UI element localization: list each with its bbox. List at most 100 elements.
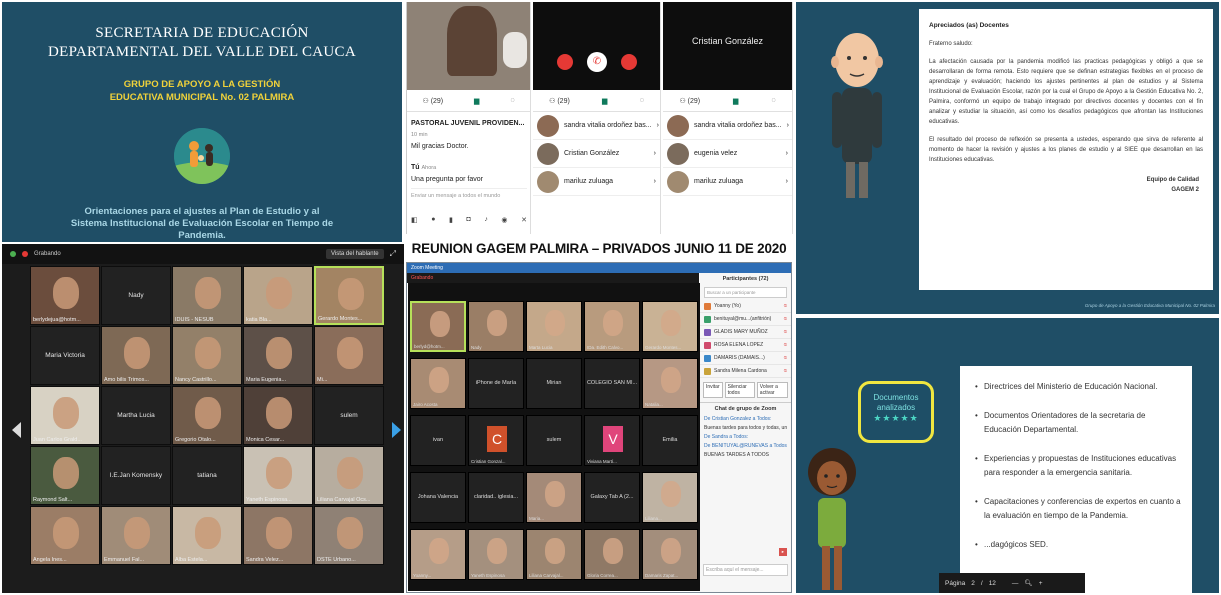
video-tile[interactable]: Gerardo Montes...	[314, 266, 384, 325]
participant-row[interactable]: Cristian González ›	[533, 140, 660, 168]
video-tile[interactable]: claridad.. iglesia...	[468, 472, 524, 523]
video-tile[interactable]: Martha Lucia	[101, 386, 171, 445]
video-tile[interactable]: berlydejua@hotm...	[30, 266, 100, 325]
zoom-chat-input[interactable]: Escriba aquí el mensaje...	[703, 564, 788, 576]
video-tile[interactable]: Alba Estela...	[172, 506, 242, 565]
chevron-right-icon[interactable]: ›	[787, 122, 789, 129]
chevron-right-icon[interactable]: ›	[786, 150, 788, 157]
participant-row[interactable]: Sandra Milena Cardona ⦸	[700, 365, 791, 378]
video-tile[interactable]: Gerardo Montes...	[642, 301, 698, 352]
zoom-in-icon[interactable]: +	[1039, 580, 1043, 587]
video-tile[interactable]: Nancy Castrillo...	[172, 326, 242, 385]
video-tile[interactable]: Natalia...	[642, 358, 698, 409]
participant-row[interactable]: Yoanny (Yo) ⦸	[700, 300, 791, 313]
participants-tab-3[interactable]: ⚇ (29)	[679, 97, 700, 105]
video-tile[interactable]: IDUIS - NESUB	[172, 266, 242, 325]
video-tile[interactable]: Nady	[468, 301, 524, 352]
chevron-right-icon[interactable]: ›	[654, 178, 656, 185]
video-tile[interactable]: Marta Lucia	[526, 301, 582, 352]
activities-tab[interactable]: ◌	[510, 97, 514, 104]
video-tile[interactable]: Maria...	[526, 472, 582, 523]
video-tile[interactable]: Johana Valencia	[410, 472, 466, 523]
camera-off-button[interactable]	[621, 54, 637, 70]
chevron-right-icon[interactable]: ›	[786, 178, 788, 185]
mic-muted-icon[interactable]: ⦸	[784, 342, 787, 348]
mic-muted-icon[interactable]: ⦸	[784, 368, 787, 374]
activities-tab-2[interactable]: ◌	[640, 97, 644, 104]
chevron-right-icon[interactable]: ›	[657, 122, 659, 129]
page-current[interactable]: 2	[971, 580, 975, 587]
invite-button[interactable]: Invitar	[703, 382, 723, 398]
video-tile[interactable]: Liliana...	[642, 472, 698, 523]
activities-tab-3[interactable]: ◌	[771, 97, 775, 104]
video-tile[interactable]: sulem	[314, 386, 384, 445]
chat-icon[interactable]: ◉	[501, 216, 507, 224]
mute-all-button[interactable]: Silenciar todos	[724, 382, 755, 398]
video-tile[interactable]: Yaneth Espinosa...	[243, 446, 313, 505]
fullscreen-icon[interactable]: ⤢	[390, 249, 396, 259]
video-tile[interactable]: Liliana Carvajal Ocs...	[314, 446, 384, 505]
video-tile[interactable]: iPhone de María	[468, 358, 524, 409]
video-tile[interactable]: Liliana Carvajal...	[526, 529, 582, 580]
hangup-button[interactable]: ✆	[587, 52, 607, 72]
participant-row[interactable]: mariluz zuluaga ›	[663, 168, 792, 196]
video-tile[interactable]: Maria Eugenia...	[243, 326, 313, 385]
mic-muted-icon[interactable]: ⦸	[784, 329, 787, 335]
prev-page-arrow-icon[interactable]	[12, 422, 21, 438]
participant-row[interactable]: benituyal@mu...(anfitrión) ⦸	[700, 313, 791, 326]
more-button[interactable]: ▸	[778, 548, 787, 556]
video-tile[interactable]: Gregorio Otalo...	[172, 386, 242, 445]
mic-muted-icon[interactable]: ⦸	[784, 316, 787, 322]
video-tile[interactable]: tatiana	[172, 446, 242, 505]
zoom-search-icon[interactable]: 🔍︎	[1024, 579, 1032, 587]
video-tile[interactable]: berlyd@hotm...	[410, 301, 466, 352]
chat-tab[interactable]: ▆	[474, 97, 479, 105]
video-tile[interactable]: sulem	[526, 415, 582, 466]
participant-row[interactable]: mariluz zuluaga ›	[533, 168, 660, 196]
speaker-view-button[interactable]: Vista del hablante	[326, 249, 384, 259]
video-tile[interactable]: Jairo Acosta	[410, 358, 466, 409]
video-tile[interactable]: IDa. Edith Calvo...	[584, 301, 640, 352]
mic-muted-icon[interactable]: ⦸	[784, 303, 787, 309]
video-tile[interactable]: katia Bla...	[243, 266, 313, 325]
video-tile[interactable]: Damaris Zapat...	[642, 529, 698, 580]
video-tile[interactable]: Yoanny...	[410, 529, 466, 580]
video-tile[interactable]: Mirian	[526, 358, 582, 409]
video-tile[interactable]: DSTE Urbano...	[314, 506, 384, 565]
video-tile[interactable]: Nady	[101, 266, 171, 325]
chat-tab-3[interactable]: ▆	[733, 97, 738, 105]
video-tile[interactable]: ivan	[410, 415, 466, 466]
video-tile[interactable]: Raymond Salt...	[30, 446, 100, 505]
mic-icon[interactable]: ●	[431, 216, 435, 224]
video-tile[interactable]: Yaneth Espinosa	[468, 529, 524, 580]
video-tile[interactable]: C Cristian Gonzal...	[468, 415, 524, 466]
zoom-out-icon[interactable]: —	[1012, 580, 1019, 587]
video-tile[interactable]: Angela Ines...	[30, 506, 100, 565]
participant-row[interactable]: GLADIS MARY MUÑOZ ⦸	[700, 326, 791, 339]
participants-tab-2[interactable]: ⚇ (29)	[549, 97, 570, 105]
participant-row[interactable]: sandra vitalia ordoñez bas... ›	[533, 112, 660, 140]
video-tile[interactable]: Amo bilis Trimos...	[101, 326, 171, 385]
participants-tab[interactable]: ⚇ (29)	[422, 97, 443, 105]
camera-icon[interactable]: ◘	[467, 216, 471, 224]
participant-row[interactable]: ROSA ELENA LOPEZ ⦸	[700, 339, 791, 352]
video-tile[interactable]: Emilia	[642, 415, 698, 466]
video-tile[interactable]: Juan Carlos Grald...	[30, 386, 100, 445]
chat-input[interactable]: Enviar un mensaje a todos el mundo	[411, 188, 527, 199]
chevron-right-icon[interactable]: ›	[654, 150, 656, 157]
video-tile[interactable]: Emmanuel Fal...	[101, 506, 171, 565]
audio-icon[interactable]: ♪	[484, 216, 488, 224]
participant-row[interactable]: DAMARIS (DAMAIS...) ⦸	[700, 352, 791, 365]
next-page-arrow-icon[interactable]	[392, 422, 401, 438]
participant-row[interactable]: eugenia velez ›	[663, 140, 792, 168]
video-tile[interactable]: Gloria Correa...	[584, 529, 640, 580]
video-tile[interactable]: Sandra Velez...	[243, 506, 313, 565]
video-tile[interactable]: V Viviana Martí...	[584, 415, 640, 466]
video-tile[interactable]: COLEGIO SAN MI...	[584, 358, 640, 409]
doc-icon[interactable]: ▮	[449, 216, 453, 224]
video-tile[interactable]: Monica Cesar...	[243, 386, 313, 445]
video-tile[interactable]: I.E.Jan Komensky	[101, 446, 171, 505]
close-icon[interactable]: ✕	[521, 216, 527, 224]
video-tile[interactable]: Mi...	[314, 326, 384, 385]
mic-muted-icon[interactable]: ⦸	[784, 355, 787, 361]
